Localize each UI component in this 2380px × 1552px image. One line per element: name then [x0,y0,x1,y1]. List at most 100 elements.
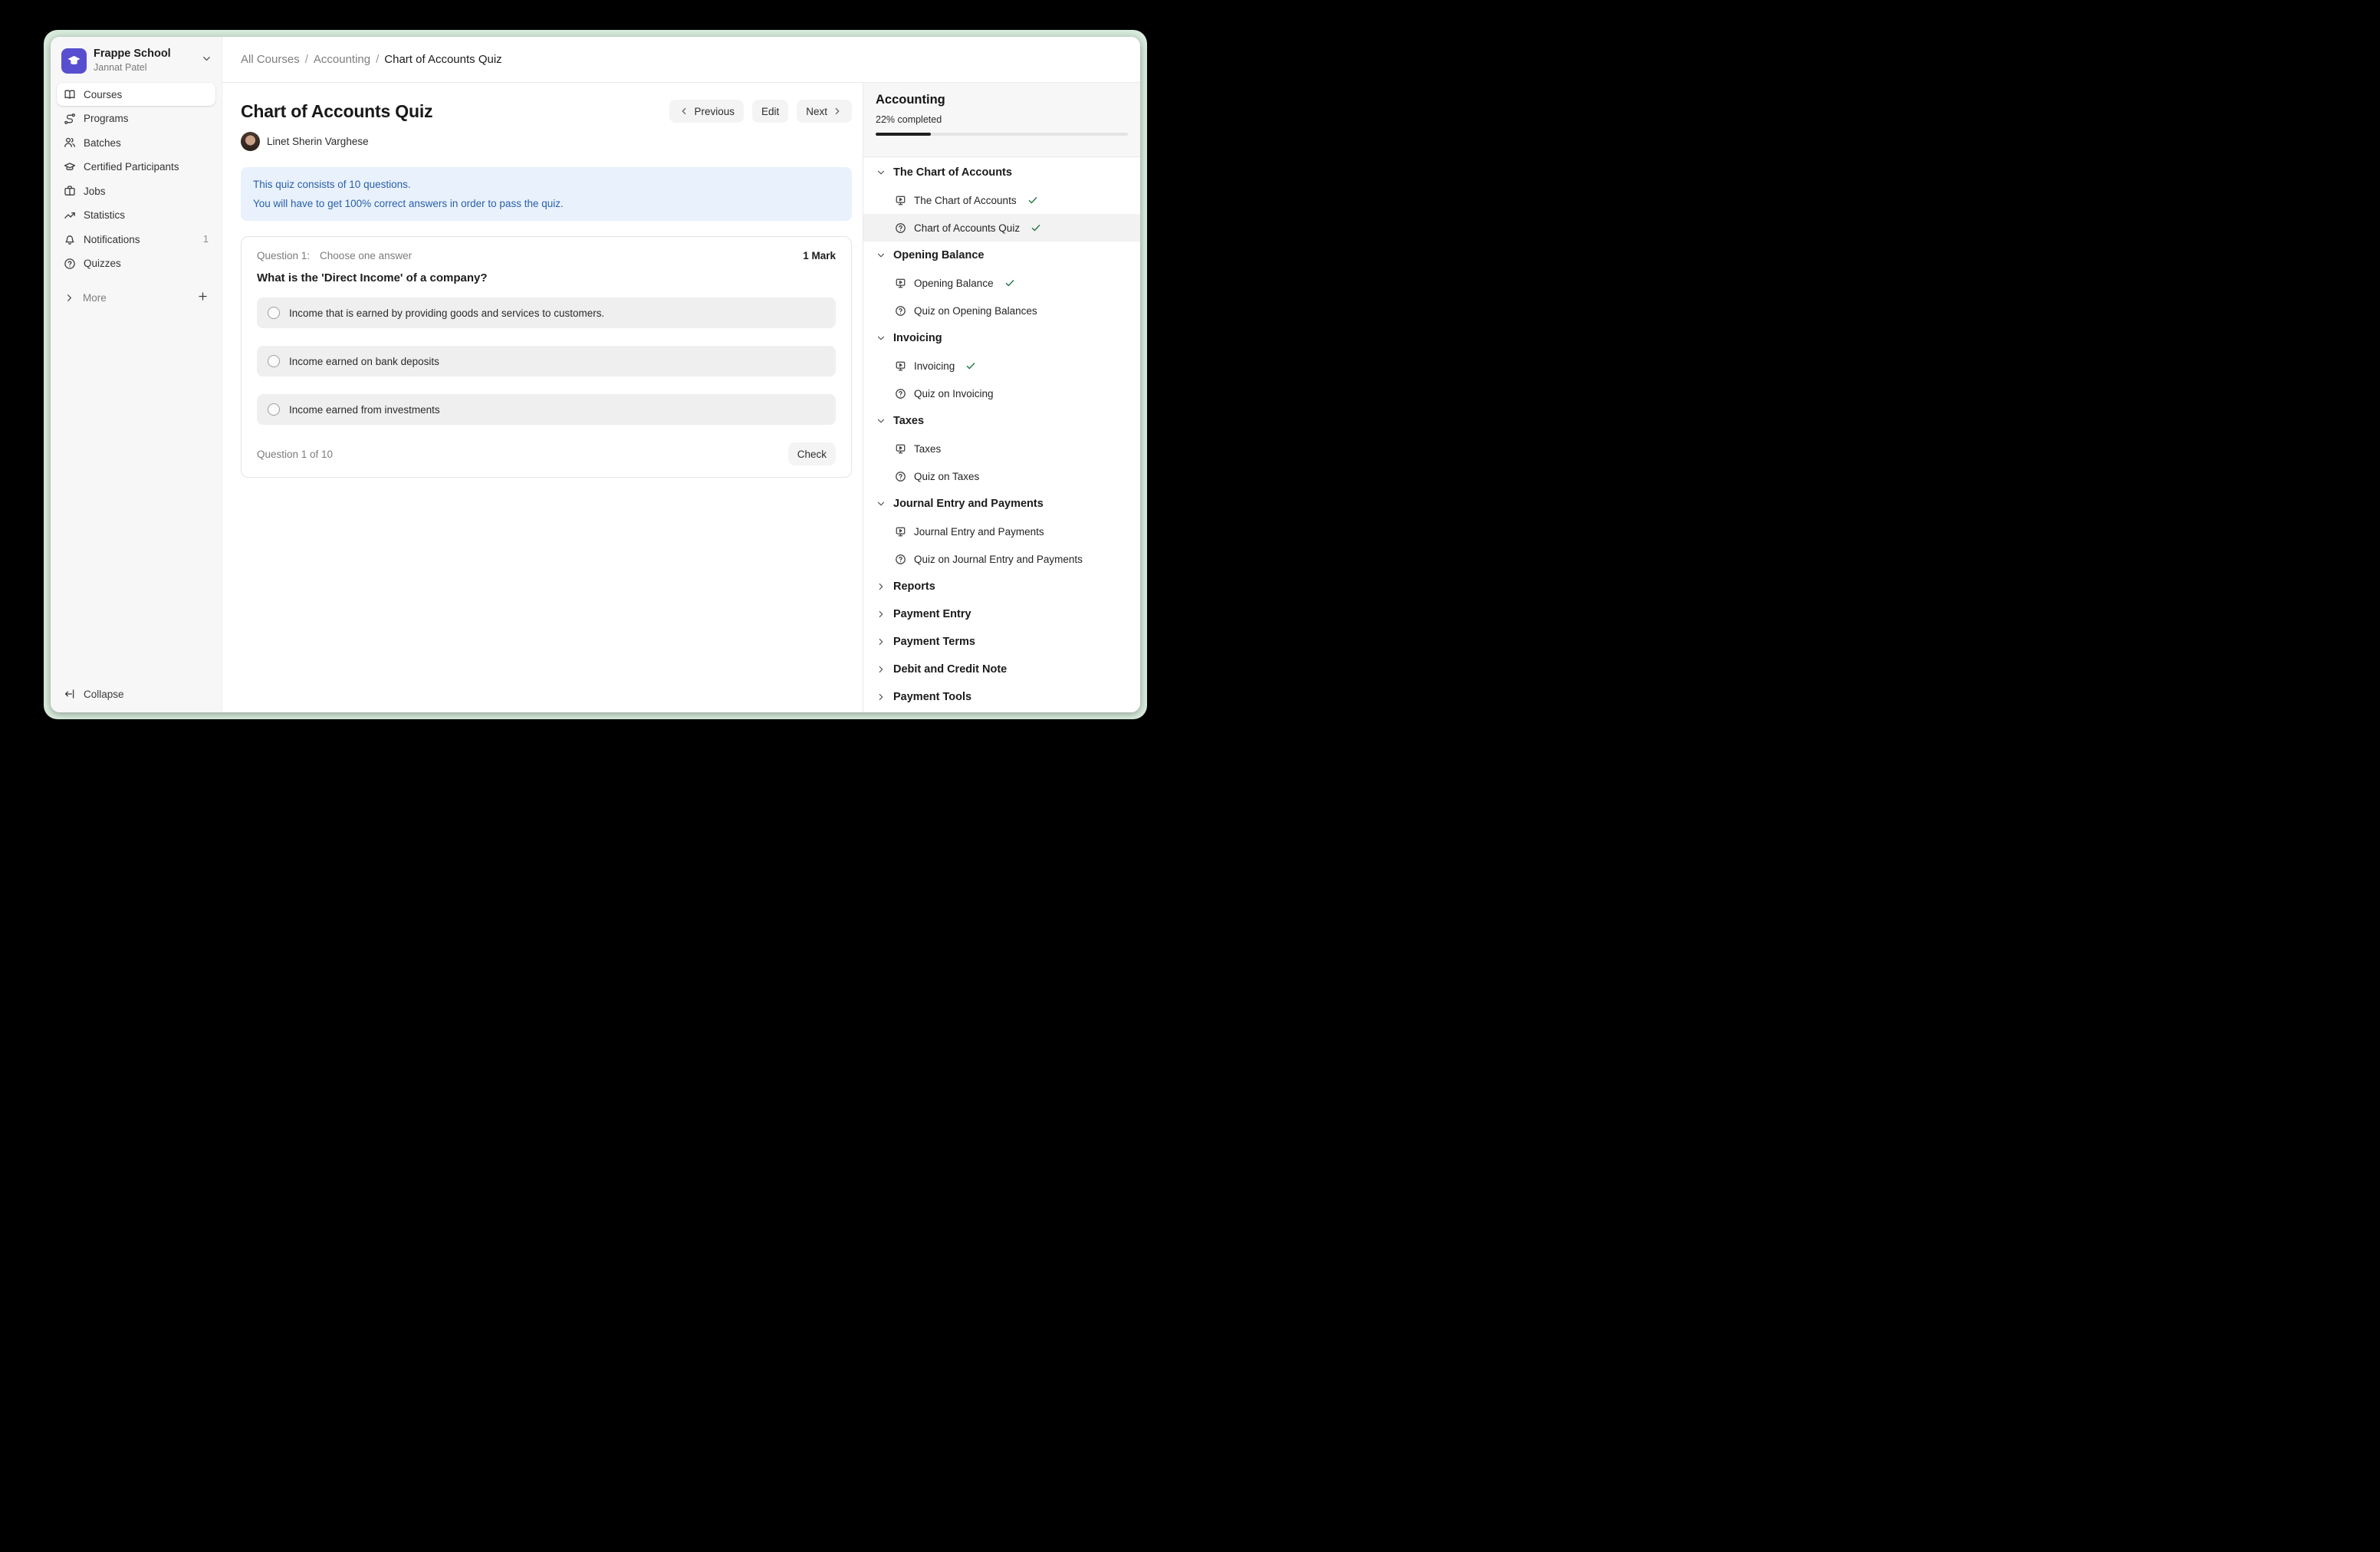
previous-button[interactable]: Previous [669,100,744,123]
question-marks: 1 Mark [803,250,836,261]
course-completed-label: 22% completed [876,114,1128,125]
quiz-toolbar: Previous Edit Next [669,100,852,123]
radio-button-icon[interactable] [268,307,280,319]
chevron-right-icon [876,664,886,675]
sidebar-item-programs[interactable]: Programs [57,107,215,130]
sidebar-item-batches[interactable]: Batches [57,131,215,154]
workspace-switcher[interactable]: Frappe School Jannat Patel [57,37,215,83]
monitor-play-icon [895,360,906,372]
outline-quiz-item[interactable]: Quiz on Taxes [863,462,1140,490]
instruction-line: This quiz consists of 10 questions. [253,175,840,194]
question-text: What is the 'Direct Income' of a company… [257,271,836,284]
answer-option[interactable]: Income earned from investments [257,394,836,425]
course-outline-sidebar: Accounting 22% completed The Chart of Ac… [863,83,1140,712]
course-progress-header: Accounting 22% completed [863,83,1140,157]
sidebar-item-statistics[interactable]: Statistics [57,204,215,227]
author-avatar [241,132,260,151]
edit-button[interactable]: Edit [752,100,788,123]
radio-button-icon[interactable] [268,403,280,416]
outline-section-the-chart-of-accounts[interactable]: The Chart of Accounts [863,159,1140,186]
sidebar-item-certified-participants[interactable]: Certified Participants [57,156,215,179]
answer-options: Income that is earned by providing goods… [257,298,836,425]
outline-section-opening-balance[interactable]: Opening Balance [863,242,1140,269]
quiz-main-panel: Chart of Accounts Quiz Previous Edit Nex… [222,83,863,712]
quiz-author: Linet Sherin Varghese [241,132,852,151]
check-button[interactable]: Check [788,442,836,465]
question-pagination: Question 1 of 10 [257,449,333,460]
breadcrumb-current: Chart of Accounts Quiz [384,53,501,66]
app-window: Frappe School Jannat Patel Courses Progr… [51,37,1140,712]
check-icon [1027,195,1038,206]
graduation-cap-icon [64,161,76,173]
sidebar-item-quizzes[interactable]: Quizzes [57,252,215,275]
breadcrumb-accounting[interactable]: Accounting [314,53,370,66]
add-icon[interactable] [197,291,209,304]
chevron-down-icon [876,416,886,426]
collapse-sidebar-button[interactable]: Collapse [57,683,215,702]
chevron-right-icon [64,292,75,304]
outline-section-taxes[interactable]: Taxes [863,407,1140,435]
answer-option[interactable]: Income earned on bank deposits [257,346,836,376]
sidebar-nav: Courses Programs Batches Certified Parti… [57,83,215,309]
help-circle-icon [895,554,906,565]
left-sidebar: Frappe School Jannat Patel Courses Progr… [51,37,222,712]
course-progress-bar [876,133,1128,136]
answer-option[interactable]: Income that is earned by providing goods… [257,298,836,328]
sidebar-item-label: Certified Participants [84,161,179,173]
outline-lesson-item[interactable]: The Chart of Accounts [863,186,1140,214]
chevron-right-icon [832,106,843,117]
frappe-school-logo-icon [61,48,87,74]
sidebar-more-label: More [83,292,107,304]
outline-quiz-item[interactable]: Quiz on Invoicing [863,380,1140,407]
monitor-play-icon [895,195,906,206]
chevron-down-icon [201,53,212,68]
user-name: Jannat Patel [94,62,171,74]
help-circle-icon [895,388,906,400]
chevron-down-icon [876,498,886,509]
outline-lesson-item[interactable]: Taxes [863,435,1140,462]
breadcrumb-separator: / [376,53,379,66]
monitor-play-icon [895,278,906,289]
radio-button-icon[interactable] [268,355,280,367]
check-icon [1004,278,1015,288]
sidebar-item-courses[interactable]: Courses [57,83,215,106]
breadcrumb-separator: / [305,53,308,66]
author-name: Linet Sherin Varghese [267,136,369,147]
next-button[interactable]: Next [797,100,852,123]
sidebar-item-notifications[interactable]: Notifications 1 [57,228,215,251]
check-icon [1031,222,1041,233]
breadcrumb: All Courses / Accounting / Chart of Acco… [222,37,1140,83]
sidebar-item-label: Jobs [84,186,106,197]
outline-section-reports[interactable]: Reports [863,573,1140,600]
outline-quiz-item-current[interactable]: Chart of Accounts Quiz [863,214,1140,242]
sidebar-item-label: Quizzes [84,258,121,269]
bell-icon [64,233,76,245]
outline-section-invoicing[interactable]: Invoicing [863,324,1140,352]
outline-section-journal-entry-and-payments[interactable]: Journal Entry and Payments [863,490,1140,518]
outline-quiz-item[interactable]: Quiz on Journal Entry and Payments [863,545,1140,573]
book-open-icon [64,88,76,100]
sidebar-item-jobs[interactable]: Jobs [57,179,215,202]
outline-lesson-item[interactable]: Invoicing [863,352,1140,380]
trending-up-icon [64,209,76,222]
collapse-label: Collapse [84,689,124,700]
quiz-instructions-banner: This quiz consists of 10 questions. You … [241,167,852,221]
chevron-right-icon [876,692,886,702]
breadcrumb-all-courses[interactable]: All Courses [241,53,300,66]
outline-lesson-item[interactable]: Journal Entry and Payments [863,518,1140,545]
sidebar-item-more[interactable]: More [57,286,215,309]
course-title: Accounting [876,93,1128,107]
chevron-down-icon [876,167,886,178]
outline-section-payment-terms[interactable]: Payment Terms [863,628,1140,656]
chevron-down-icon [876,250,886,261]
chevron-left-icon [679,106,689,117]
chevron-down-icon [876,333,886,344]
outline-section-payment-entry[interactable]: Payment Entry [863,600,1140,628]
app-name: Frappe School [94,48,171,61]
answer-option-label: Income earned on bank deposits [289,356,439,367]
outline-section-debit-and-credit-note[interactable]: Debit and Credit Note [863,656,1140,683]
outline-section-payment-tools[interactable]: Payment Tools [863,683,1140,711]
outline-lesson-item[interactable]: Opening Balance [863,269,1140,297]
chevron-right-icon [876,636,886,647]
outline-quiz-item[interactable]: Quiz on Opening Balances [863,297,1140,324]
